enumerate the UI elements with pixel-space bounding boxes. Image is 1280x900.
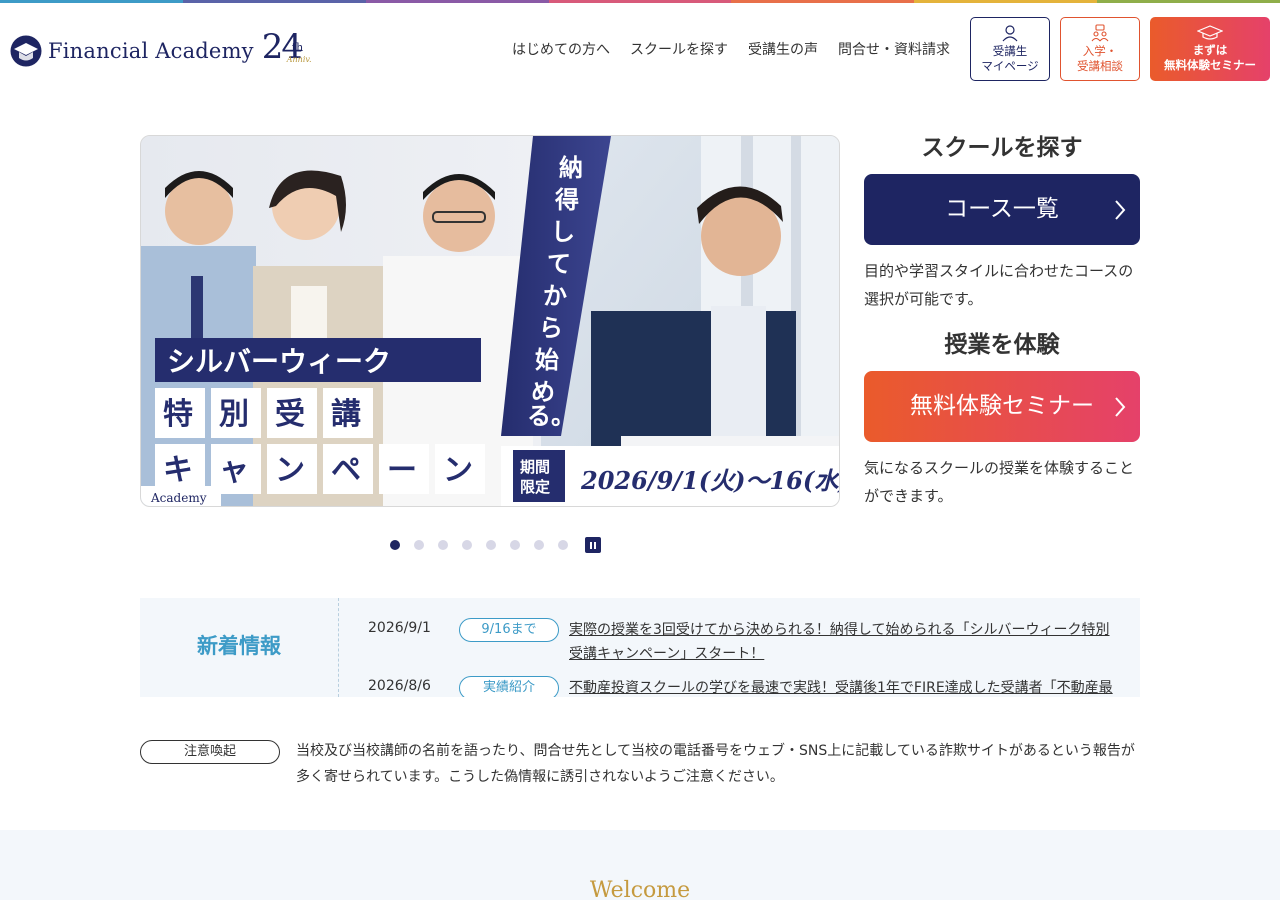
carousel-dot[interactable] [558, 540, 568, 550]
svg-text:ン: ン [443, 453, 473, 488]
anniversary-suffix: th [291, 41, 304, 54]
carousel-dot[interactable] [414, 540, 424, 550]
svg-text:講: 講 [331, 397, 361, 432]
side-panel: スクールを探す コース一覧 目的や学習スタイルに合わせたコースの選択が可能です。… [864, 132, 1140, 510]
graduation-cap-logo-icon [10, 35, 42, 67]
svg-text:受: 受 [275, 397, 305, 432]
carousel-dot[interactable] [462, 540, 472, 550]
chevron-right-icon [1115, 200, 1126, 220]
carousel-dot[interactable] [510, 540, 520, 550]
svg-text:キ: キ [163, 453, 193, 488]
svg-text:ペ: ペ [331, 453, 361, 488]
anniversary-sub: Anniv. [286, 55, 312, 64]
consultation-label-line1: 入学・ [1082, 44, 1118, 58]
svg-text:Academy: Academy [150, 491, 207, 505]
mypage-label-line2: マイページ [981, 59, 1039, 73]
find-school-heading: スクールを探す [921, 135, 1083, 161]
svg-text:限定: 限定 [520, 478, 550, 496]
carousel-pause-button[interactable] [585, 537, 601, 553]
main-nav: はじめての方へ スクールを探す 受講生の声 問合せ・資料請求 [502, 39, 960, 59]
course-description: 目的や学習スタイルに合わせたコースの選択が可能です。 [864, 262, 1134, 308]
news-date: 2026/8/6 [368, 678, 431, 694]
course-list-label: コース一覧 [945, 196, 1059, 222]
chevron-right-icon [1115, 397, 1126, 417]
site-header: Financial Academy 24 th Anniv. はじめての方へ ス… [0, 3, 1280, 93]
nav-testimonials[interactable]: 受講生の声 [748, 39, 818, 59]
carousel-dot[interactable] [438, 540, 448, 550]
site-logo[interactable]: Financial Academy 24 th Anniv. [10, 27, 318, 69]
welcome-title: Welcome [589, 878, 691, 900]
nav-beginners[interactable]: はじめての方へ [512, 39, 610, 59]
news-tag: 9/16まで [459, 618, 559, 642]
free-seminar-label-line2: 無料体験セミナー [1164, 58, 1256, 72]
news-date: 2026/9/1 [368, 620, 431, 636]
caution-badge: 注意喚起 [140, 740, 280, 764]
logo-text: Financial Academy [48, 39, 254, 63]
svg-text:別: 別 [219, 397, 249, 432]
svg-text:期間: 期間 [520, 458, 550, 476]
free-seminar-label: 無料体験セミナー [910, 393, 1094, 419]
pause-icon [590, 541, 592, 549]
caution-text: 当校及び当校講師の名前を語ったり、問合せ先として当校の電話番号をウェブ・SNS上… [296, 743, 1135, 785]
mypage-label-line1: 受講生 [992, 44, 1028, 58]
svg-text:ー: ー [387, 453, 417, 488]
anniversary-mark: 24 th Anniv. [262, 27, 318, 69]
carousel-dot[interactable] [390, 540, 400, 550]
nav-contact[interactable]: 問合せ・資料請求 [838, 39, 950, 59]
svg-text:特: 特 [163, 397, 193, 432]
free-seminar-label-line1: まずは [1192, 43, 1228, 57]
hero-carousel-slide[interactable]: 納 得 し て か ら 始 め る。 シルバーウィーク 特 別 受 講 キ ャ … [140, 135, 840, 507]
carousel-pagination [390, 537, 601, 553]
pause-icon [594, 541, 596, 549]
svg-text:ン: ン [275, 453, 305, 488]
welcome-section: Welcome [0, 830, 1280, 900]
consultation-button[interactable]: 入学・ 受講相談 [1060, 17, 1140, 81]
svg-text:ャ: ャ [219, 453, 249, 488]
campaign-banner-image: 納 得 し て か ら 始 め る。 シルバーウィーク 特 別 受 講 キ ャ … [141, 136, 840, 506]
trial-heading: 授業を体験 [944, 332, 1060, 358]
nav-find-school[interactable]: スクールを探す [630, 39, 728, 59]
banner-title: シルバーウィーク [167, 345, 391, 378]
mortarboard-icon [1197, 25, 1223, 40]
person-icon [1002, 25, 1018, 42]
news-divider [338, 598, 339, 697]
carousel-dot[interactable] [486, 540, 496, 550]
consultation-people-icon [1091, 24, 1109, 42]
course-list-button[interactable]: コース一覧 [864, 174, 1140, 245]
trial-description: 気になるスクールの授業を体験することができます。 [864, 459, 1135, 505]
carousel-dot[interactable] [534, 540, 544, 550]
mypage-button[interactable]: 受講生 マイページ [970, 17, 1050, 81]
consultation-label-line2: 受講相談 [1077, 59, 1123, 73]
news-link[interactable]: 実際の授業を3回受けてから決められる！納得して始められる「シルバーウィーク特別受… [569, 618, 1119, 666]
news-link[interactable]: 不動産投資スクールの学びを最速で実践！受講後1年でFIRE達成した受講者「不動産… [569, 676, 1119, 697]
svg-text:2026/9/1(火)〜16(水): 2026/9/1(火)〜16(水) [580, 466, 840, 495]
news-tag: 実績紹介 [459, 676, 559, 697]
free-seminar-header-button[interactable]: まずは 無料体験セミナー [1150, 17, 1270, 81]
news-heading: 新着情報 [197, 634, 281, 658]
news-section: 新着情報 2026/9/1 9/16まで 実際の授業を3回受けてから決められる！… [140, 598, 1140, 697]
free-seminar-button[interactable]: 無料体験セミナー [864, 371, 1140, 442]
